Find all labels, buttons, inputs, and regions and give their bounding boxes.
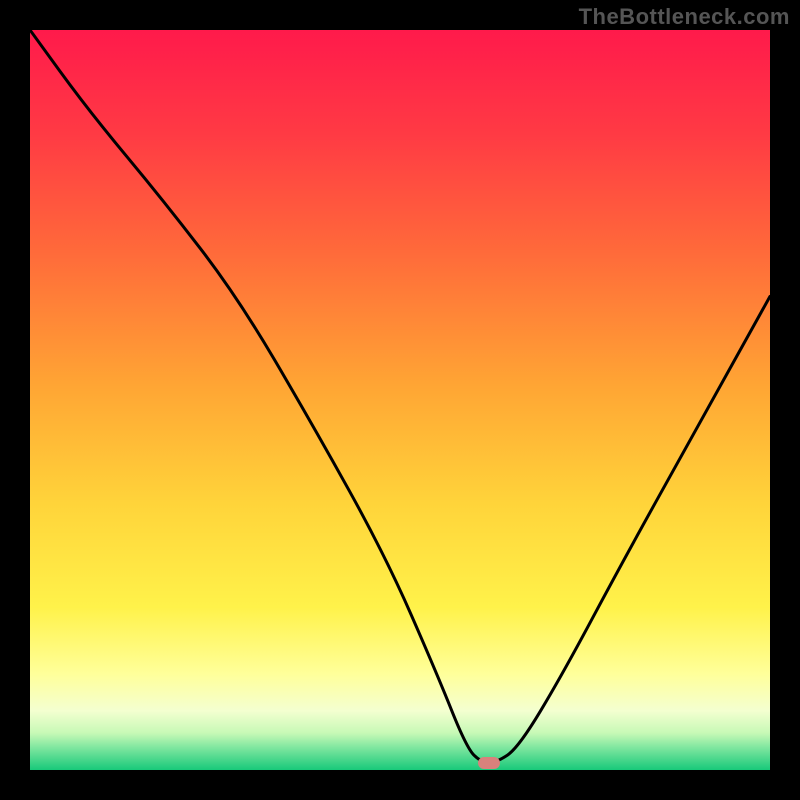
optimal-marker xyxy=(478,757,500,769)
bottleneck-curve xyxy=(30,30,770,763)
chart-frame: TheBottleneck.com xyxy=(0,0,800,800)
watermark-text: TheBottleneck.com xyxy=(579,4,790,30)
curve-svg xyxy=(30,30,770,770)
plot-area xyxy=(30,30,770,770)
